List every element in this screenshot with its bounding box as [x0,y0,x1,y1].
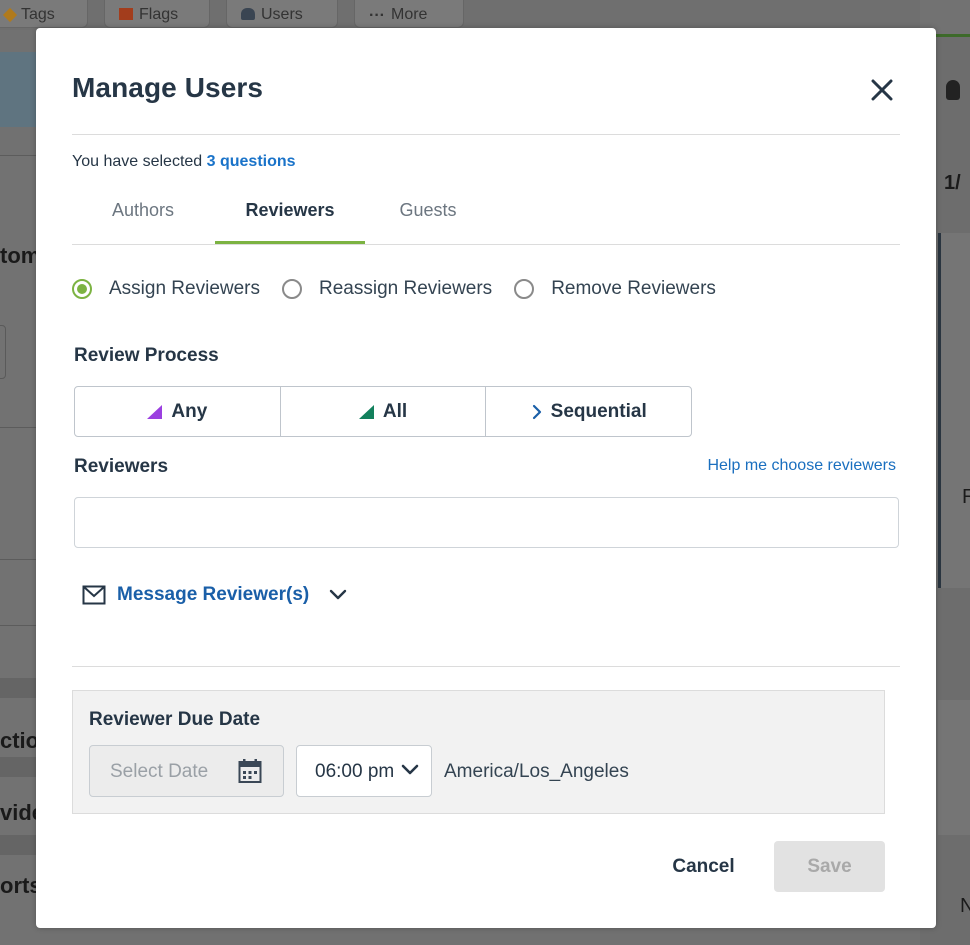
bg-left-column: tom ction vide orts [0,155,53,945]
due-date-label: Reviewer Due Date [89,709,261,730]
selection-summary: You have selected 3 questions [72,153,296,170]
bg-text-fragment: tom [0,243,41,268]
bg-banner [0,52,40,127]
review-process-label: Review Process [74,345,219,366]
date-picker-input[interactable]: Select Date [89,745,284,797]
cancel-button[interactable]: Cancel [656,842,751,892]
close-icon [871,79,893,101]
reviewer-due-date-section: Reviewer Due Date Select Date 06:00 pm A… [72,690,885,814]
flag-icon [119,8,133,20]
background-toolbar: Tags Flags Users ··· More [0,0,920,30]
bg-flags-button: Flags [104,0,210,28]
tag-icon [2,7,18,23]
bg-tags-button: Tags [0,0,88,28]
close-button[interactable] [868,76,896,104]
tabs-divider [72,244,900,245]
chevron-down-icon [330,589,347,600]
message-reviewers-toggle[interactable]: Message Reviewer(s) [82,584,347,606]
triangle-icon [147,404,163,419]
envelope-icon [82,585,106,605]
review-process-toggle: Any All Sequential [74,386,692,437]
help-choose-reviewers-link[interactable]: Help me choose reviewers [707,457,896,475]
chevron-right-icon [532,404,541,419]
tab-reviewers[interactable]: Reviewers [215,192,365,244]
save-button[interactable]: Save [774,841,885,892]
radio-reassign-reviewers[interactable]: Reassign Reviewers [282,278,492,300]
chevron-down-icon [401,764,419,775]
dialog-title: Manage Users [72,72,264,103]
timezone-label: America/Los_Angeles [444,761,629,782]
radio-remove-reviewers[interactable]: Remove Reviewers [514,278,716,300]
header-divider [72,134,900,135]
bg-users-button: Users [226,0,338,28]
users-icon [241,8,255,20]
review-process-any-button[interactable]: Any [75,387,281,436]
reviewers-label: Reviewers [74,456,169,477]
radio-assign-reviewers[interactable]: Assign Reviewers [72,278,260,300]
manage-users-dialog: Manage Users You have selected 3 questio… [36,28,936,928]
radio-selected-icon [72,279,92,299]
tab-authors[interactable]: Authors [108,192,178,244]
tab-guests[interactable]: Guests [398,192,458,244]
triangle-icon [358,404,374,419]
radio-unselected-icon [282,279,302,299]
review-process-sequential-button[interactable]: Sequential [486,387,691,436]
radio-unselected-icon [514,279,535,299]
selected-questions-link[interactable]: 3 questions [207,153,296,170]
review-process-all-button[interactable]: All [281,387,487,436]
reviewer-mode-options: Assign Reviewers Reassign Reviewers Remo… [72,274,738,304]
footer-divider [72,666,900,667]
calendar-icon[interactable] [238,758,262,784]
time-select[interactable]: 06:00 pm [296,745,432,797]
bg-more-button: ··· More [354,0,464,28]
lightbulb-icon [946,80,960,100]
reviewers-input[interactable] [74,497,899,548]
